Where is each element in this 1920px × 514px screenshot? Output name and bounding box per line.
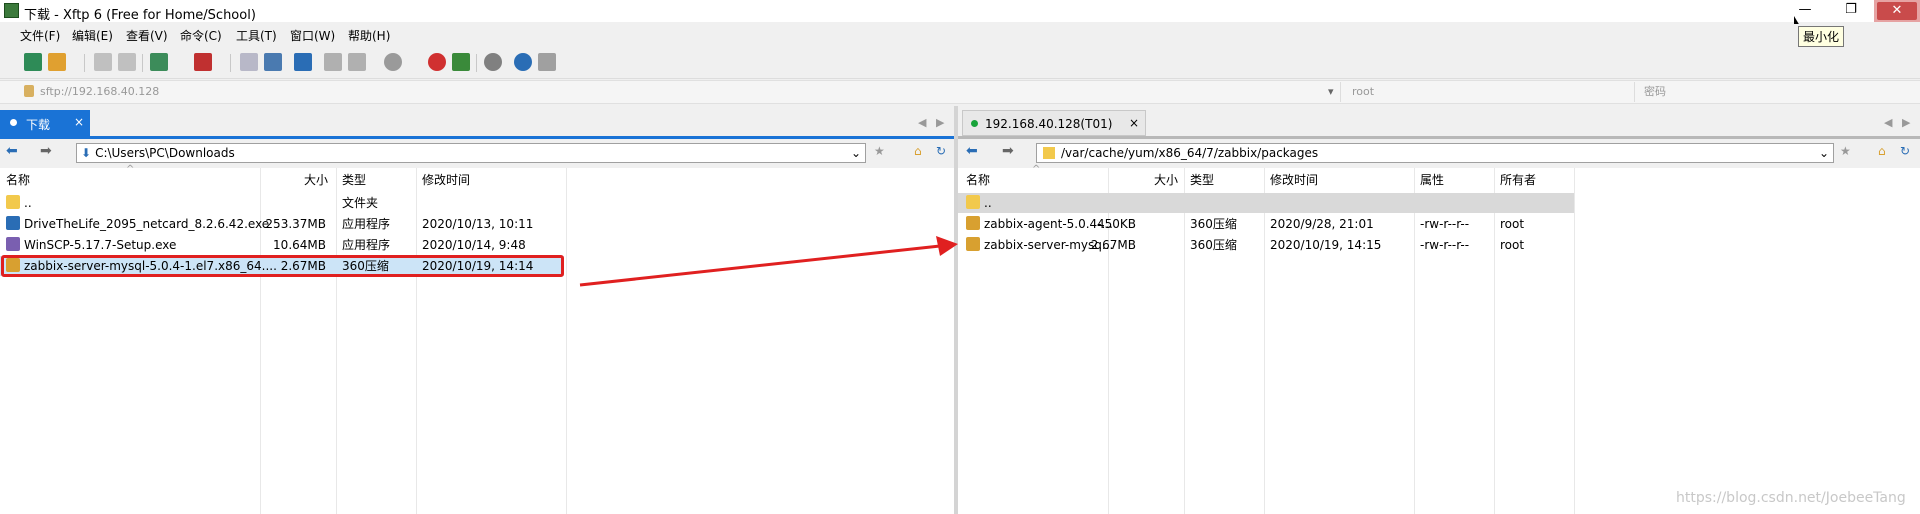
tooltip: 最小化: [1798, 26, 1845, 47]
watermark: https://blog.csdn.net/JoebeeTang: [1676, 490, 1906, 506]
annotation-arrow: [579, 236, 958, 287]
